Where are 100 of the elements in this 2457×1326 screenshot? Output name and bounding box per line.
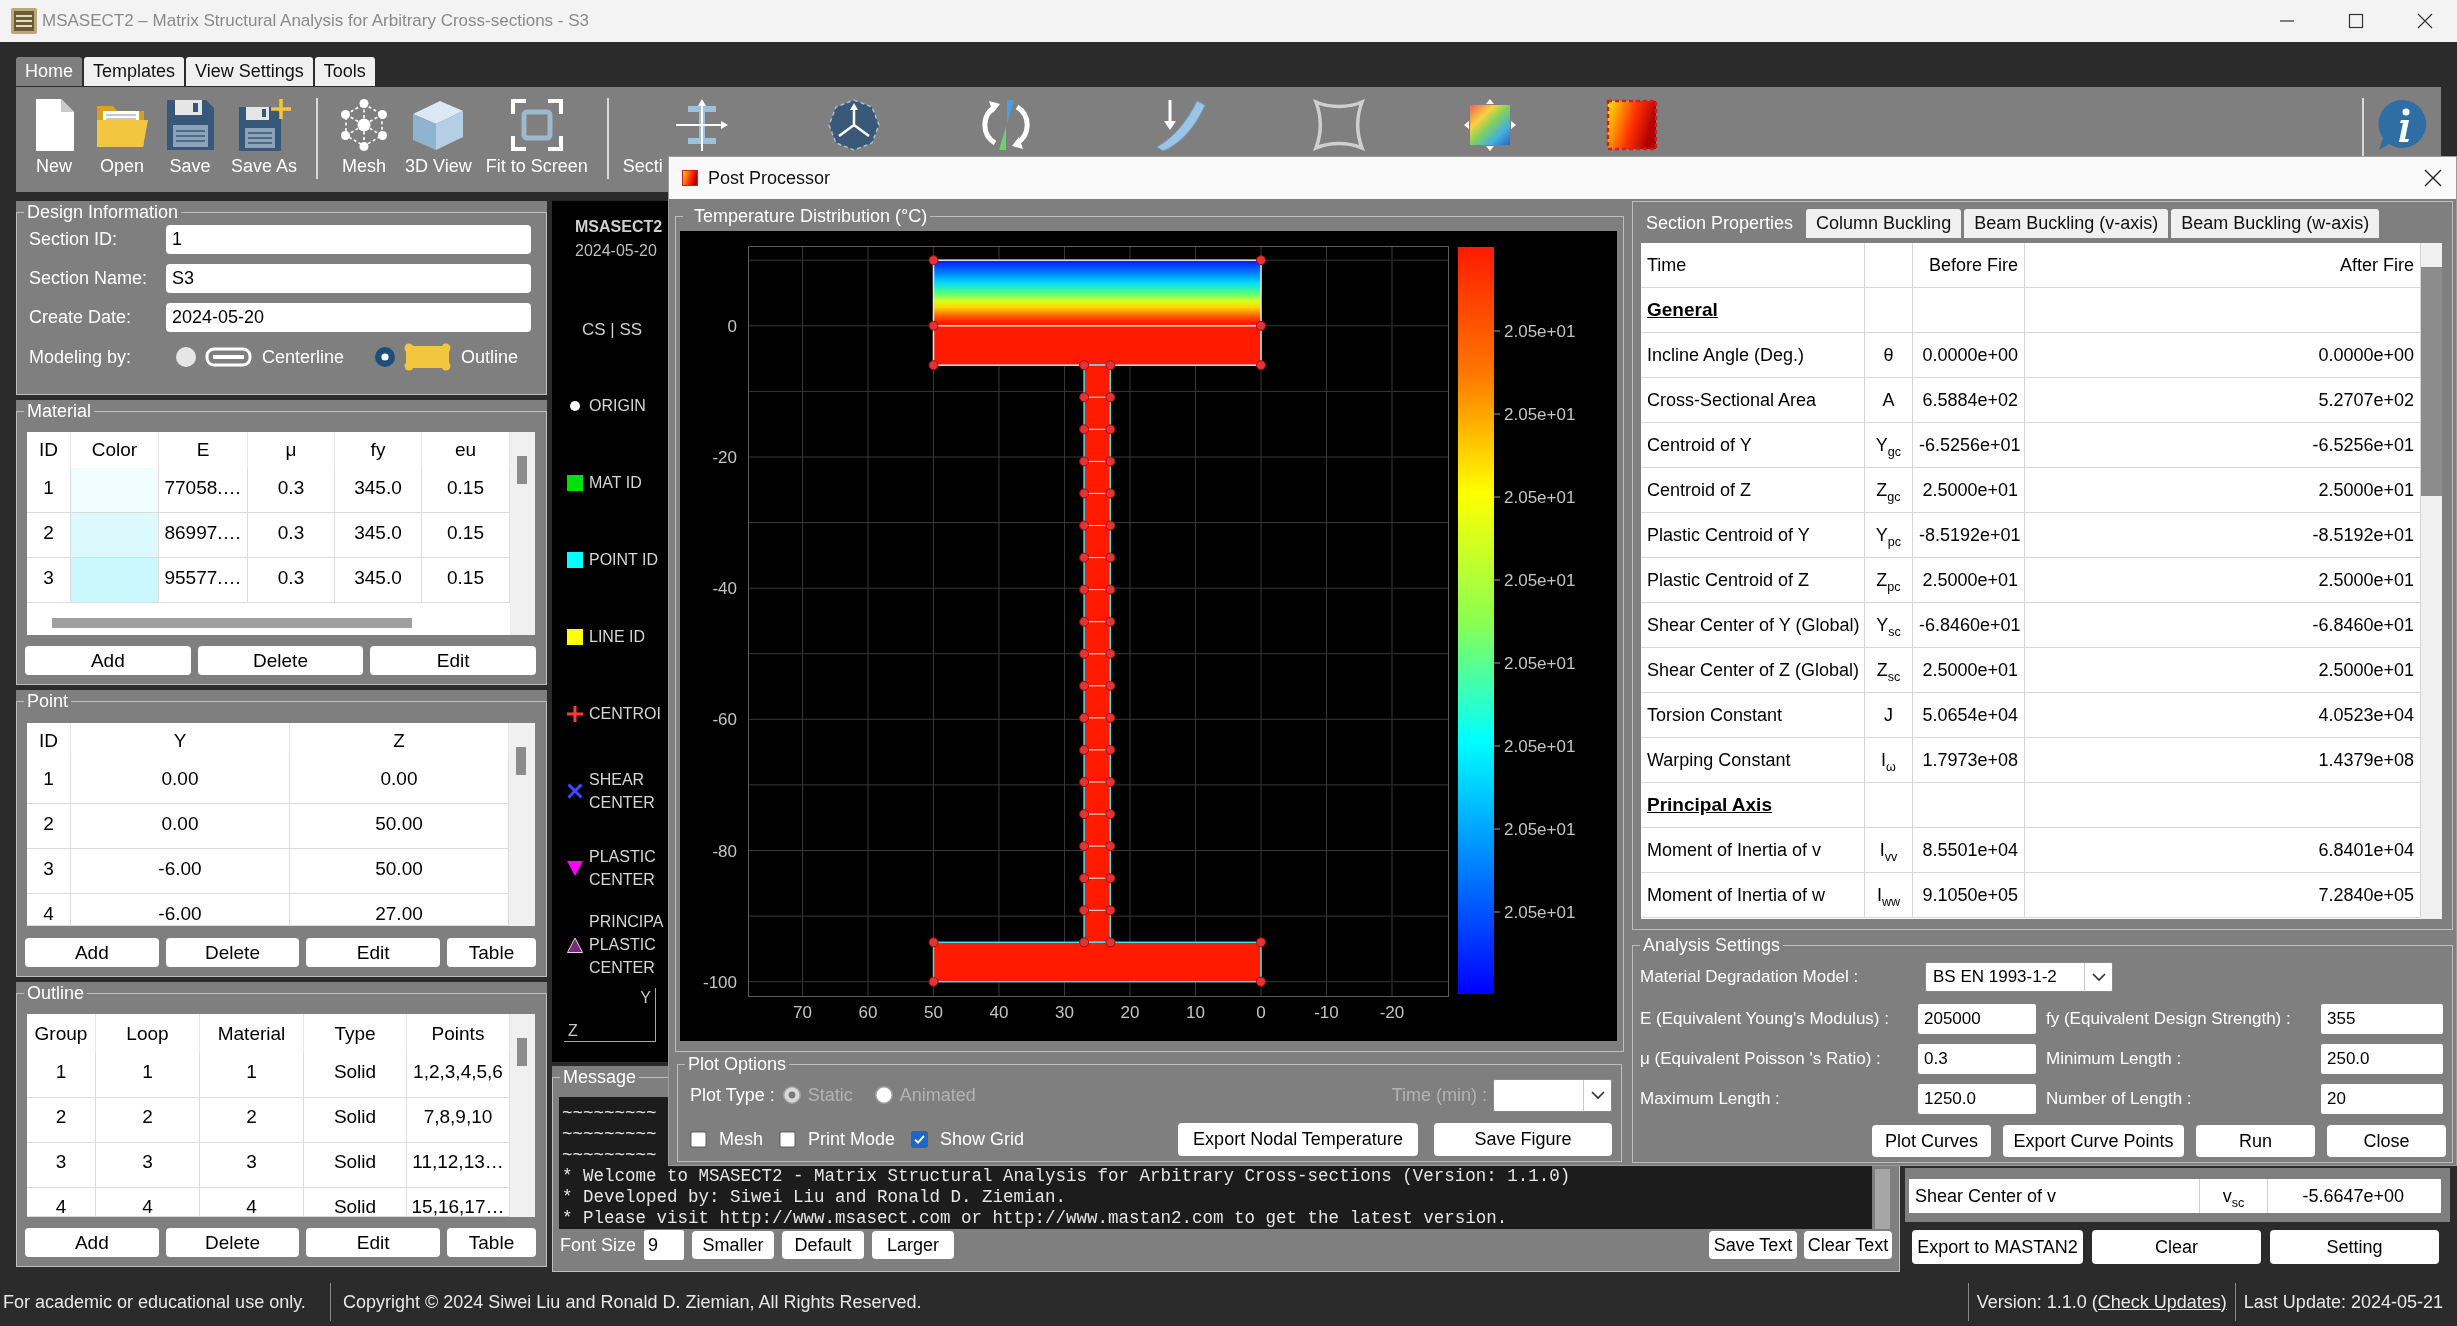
- view-mode-toggle[interactable]: CS | SS: [582, 318, 643, 342]
- radio-button[interactable]: [176, 347, 196, 367]
- warped-outline-icon[interactable]: [1311, 98, 1366, 152]
- text-field[interactable]: 20: [2321, 1084, 2443, 1114]
- table-cell: -8.5192e+01: [1913, 513, 2025, 558]
- node-marker: [1079, 680, 1090, 691]
- option-label[interactable]: Centerline: [262, 346, 345, 368]
- table-cell: 2.5000e+01: [1913, 648, 2025, 693]
- plot-action-button[interactable]: Save Figure: [1434, 1122, 1612, 1156]
- table-action-button[interactable]: Add: [25, 646, 191, 675]
- analysis-action-button[interactable]: Export Curve Points: [2003, 1125, 2184, 1157]
- table-action-button[interactable]: Delete: [165, 1228, 300, 1257]
- table-action-button[interactable]: Delete: [165, 938, 300, 967]
- maximize-icon[interactable]: [2348, 13, 2364, 29]
- table-action-button[interactable]: Table: [447, 938, 536, 967]
- message-action-button[interactable]: Clear Text: [1804, 1231, 1892, 1259]
- plot-action-button[interactable]: Export Nodal Temperature: [1178, 1122, 1418, 1156]
- option-label[interactable]: Outline: [461, 346, 519, 368]
- section-action-button[interactable]: Export to MASTAN2: [1912, 1230, 2083, 1264]
- node-marker: [1105, 584, 1116, 595]
- close-icon[interactable]: [2424, 169, 2442, 187]
- section-button[interactable]: Secti: [622, 155, 663, 177]
- checkbox-label[interactable]: Show Grid: [940, 1128, 1025, 1150]
- ribbon-tab[interactable]: Templates: [84, 57, 185, 86]
- analysis-action-button[interactable]: Run: [2196, 1125, 2315, 1157]
- fit-to-screen-button[interactable]: Fit to Screen: [478, 98, 595, 177]
- time-dropdown[interactable]: [1493, 1078, 1612, 1112]
- checkbox[interactable]: [690, 1130, 707, 1148]
- checkbox-label[interactable]: Mesh: [719, 1128, 763, 1150]
- node-marker: [1079, 937, 1090, 948]
- axis-tick-label: 60: [858, 1003, 878, 1022]
- open-button[interactable]: Open: [88, 98, 156, 177]
- scrollbar[interactable]: [1875, 1169, 1890, 1229]
- node-marker: [928, 976, 939, 987]
- tab[interactable]: Beam Buckling (v-axis): [1964, 209, 2169, 238]
- close-icon[interactable]: [2417, 13, 2433, 29]
- table-action-button[interactable]: Add: [25, 1228, 159, 1257]
- tab[interactable]: Beam Buckling (w-axis): [2171, 209, 2380, 238]
- tab[interactable]: Column Buckling: [1806, 209, 1962, 238]
- heat-map-icon[interactable]: [1604, 98, 1659, 152]
- new-button[interactable]: New: [20, 98, 88, 177]
- analysis-action-button[interactable]: Close: [2327, 1125, 2446, 1157]
- section-action-button[interactable]: Setting: [2270, 1230, 2439, 1264]
- checkbox[interactable]: [911, 1130, 929, 1148]
- save-as-button[interactable]: Save As: [224, 98, 305, 177]
- radio-button[interactable]: [375, 347, 396, 367]
- table-cell: 2.5000e+01: [2025, 558, 2421, 603]
- octagon-axes-icon[interactable]: [826, 98, 881, 152]
- font-size-button[interactable]: Default: [782, 1231, 865, 1259]
- scrollbar-thumb[interactable]: [517, 456, 527, 484]
- table-action-button[interactable]: Edit: [370, 646, 536, 675]
- scrollbar-thumb[interactable]: [516, 747, 526, 775]
- scrollbar-thumb[interactable]: [52, 618, 412, 628]
- ribbon-tab[interactable]: Home: [16, 57, 82, 86]
- section-heading: Principal Axis: [1647, 794, 1772, 815]
- table-action-button[interactable]: Add: [25, 938, 159, 967]
- color-gradient-icon[interactable]: [1462, 98, 1517, 152]
- axis-tick-label: 40: [989, 1003, 1009, 1022]
- font-size-button[interactable]: Larger: [872, 1231, 955, 1259]
- table-cell: -6.8460e+01: [2025, 603, 2421, 648]
- app-logo-icon: [11, 8, 37, 34]
- scrollbar-thumb[interactable]: [517, 1038, 527, 1066]
- table-cell: 95577.…: [159, 558, 248, 603]
- table-action-button[interactable]: Edit: [306, 938, 440, 967]
- ribbon-tab[interactable]: Tools: [314, 57, 375, 86]
- section-action-button[interactable]: Clear: [2092, 1230, 2261, 1264]
- font-size-field[interactable]: 9: [644, 1230, 685, 1260]
- analysis-action-button[interactable]: Plot Curves: [1872, 1125, 1991, 1157]
- check-updates-link[interactable]: (Check Updates): [2091, 1291, 2227, 1312]
- ribbon-tab[interactable]: View Settings: [186, 57, 313, 86]
- node-marker: [1079, 360, 1090, 371]
- text-field[interactable]: 250.0: [2321, 1044, 2443, 1074]
- save-button[interactable]: Save: [156, 98, 224, 177]
- table-cell: 86997.…: [159, 513, 248, 558]
- mesh-button[interactable]: Mesh: [330, 98, 399, 177]
- table-action-button[interactable]: Table: [447, 1228, 536, 1257]
- text-field[interactable]: 1: [166, 225, 531, 254]
- text-field[interactable]: 355: [2321, 1004, 2443, 1034]
- table-cell: 0.3: [248, 558, 335, 603]
- text-field[interactable]: 1250.0: [1918, 1084, 2036, 1114]
- view-3d-button[interactable]: 3D View: [398, 98, 479, 177]
- font-size-button[interactable]: Smaller: [692, 1231, 775, 1259]
- text-field[interactable]: 0.3: [1918, 1044, 2036, 1074]
- text-field[interactable]: 2024-05-20: [166, 303, 531, 332]
- heat-map-icon: [682, 170, 698, 186]
- checkbox[interactable]: [779, 1130, 796, 1148]
- text-field[interactable]: S3: [166, 264, 531, 293]
- message-action-button[interactable]: Save Text: [1709, 1231, 1797, 1259]
- node-marker: [1256, 937, 1266, 948]
- table-action-button[interactable]: Edit: [306, 1228, 440, 1257]
- scrollbar-thumb[interactable]: [2421, 267, 2442, 496]
- field-label: fy (Equivalent Design Strength) :: [2046, 1009, 2291, 1029]
- i-section-axes-icon[interactable]: [674, 98, 729, 152]
- table-action-button[interactable]: Delete: [197, 646, 364, 675]
- axis-tick-label: -60: [712, 710, 737, 730]
- text-field[interactable]: 205000: [1918, 1004, 2036, 1034]
- panel-title: Temperature Distribution (°C): [693, 205, 929, 227]
- model-dropdown[interactable]: BS EN 1993-1-2: [1925, 962, 2113, 992]
- checkbox-label[interactable]: Print Mode: [808, 1128, 896, 1150]
- table-cell: -6.5256e+01: [2025, 423, 2421, 468]
